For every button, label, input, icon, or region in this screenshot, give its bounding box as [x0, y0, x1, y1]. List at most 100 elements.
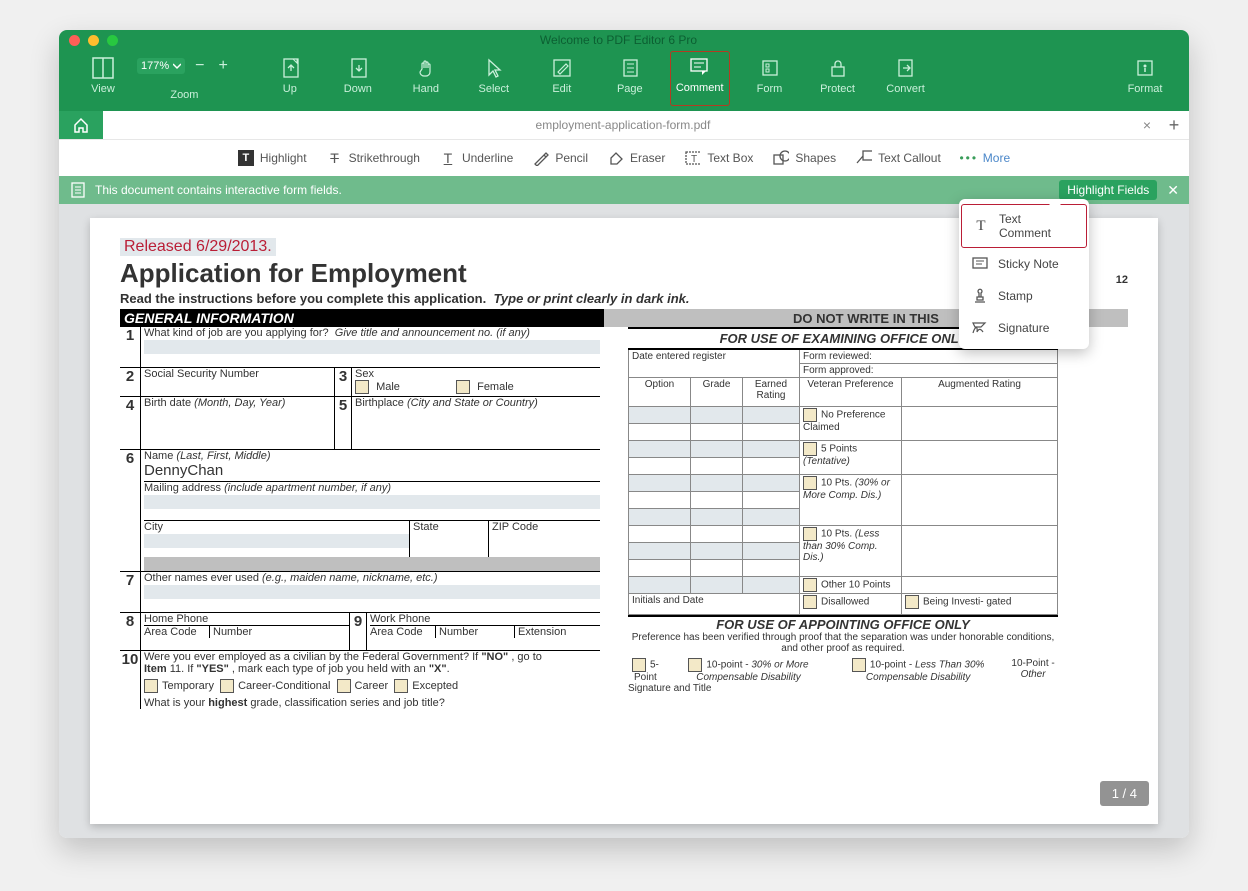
signature-menu-item[interactable]: Signature [961, 312, 1087, 344]
field-number: 7 [120, 572, 140, 612]
view-button[interactable]: View [75, 51, 131, 108]
main-toolbar: View 177% − + Zoom Up Down Hand [59, 50, 1189, 111]
callout-icon [856, 150, 872, 166]
office-checkbox[interactable] [803, 442, 817, 456]
office-checkbox[interactable] [803, 578, 817, 592]
chevron-down-icon [173, 62, 181, 70]
form-field-input[interactable] [144, 495, 600, 509]
office-checkbox[interactable] [803, 476, 817, 490]
field-number: 1 [120, 327, 140, 367]
zoom-in-button[interactable]: + [214, 57, 231, 75]
eraser-tool[interactable]: Eraser [608, 150, 665, 166]
add-tab-button[interactable]: + [1159, 111, 1189, 139]
zoom-control: 177% − + Zoom [137, 51, 232, 104]
field-number: 3 [335, 368, 351, 396]
lock-icon [827, 53, 849, 83]
pencil-tool[interactable]: Pencil [533, 150, 588, 166]
career-conditional-checkbox[interactable] [220, 679, 234, 693]
form-field-input[interactable] [144, 534, 409, 548]
name-field-value[interactable]: DennyChan [144, 462, 223, 479]
highlight-icon: T [238, 150, 254, 166]
document-tab[interactable]: employment-application-form.pdf × [103, 111, 1159, 139]
field-number: 2 [120, 368, 140, 396]
select-tool-button[interactable]: Select [466, 51, 522, 108]
window-maximize-button[interactable] [107, 35, 118, 46]
excepted-checkbox[interactable] [394, 679, 408, 693]
office-checkbox[interactable] [803, 408, 817, 422]
office-use-section: FOR USE OF EXAMINING OFFICE ONLY Date en… [628, 327, 1058, 709]
disallowed-checkbox[interactable] [803, 595, 817, 609]
callout-tool[interactable]: Text Callout [856, 150, 941, 166]
pt5-checkbox[interactable] [632, 658, 646, 672]
convert-button[interactable]: Convert [878, 51, 934, 108]
pt10b-checkbox[interactable] [852, 658, 866, 672]
title-bar: Welcome to PDF Editor 6 Pro [59, 30, 1189, 50]
up-button[interactable]: Up [262, 51, 318, 108]
window-close-button[interactable] [69, 35, 80, 46]
female-checkbox[interactable] [456, 380, 470, 394]
highlight-tool[interactable]: T Highlight [238, 150, 307, 166]
page-down-icon [347, 53, 369, 83]
convert-icon [895, 53, 917, 83]
window-title: Welcome to PDF Editor 6 Pro [118, 33, 1119, 47]
page-icon [619, 53, 641, 83]
investigated-checkbox[interactable] [905, 595, 919, 609]
form-button[interactable]: Form [742, 51, 798, 108]
window-minimize-button[interactable] [88, 35, 99, 46]
career-checkbox[interactable] [337, 679, 351, 693]
pref-verified-text: Preference has been verified through pro… [628, 632, 1058, 654]
sticky-note-menu-item[interactable]: Sticky Note [961, 248, 1087, 280]
sticky-note-icon [971, 255, 989, 273]
field-number: 6 [120, 450, 140, 571]
page-number-small: 12 [1116, 274, 1128, 286]
tab-close-button[interactable]: × [1143, 117, 1159, 133]
zoom-value-dropdown[interactable]: 177% [137, 58, 185, 74]
form-field-input[interactable] [144, 340, 600, 354]
hand-tool-button[interactable]: Hand [398, 51, 454, 108]
shapes-tool[interactable]: Shapes [773, 150, 836, 166]
general-info-header: GENERAL INFORMATION [120, 309, 604, 327]
comment-toolbar: T Highlight T Strikethrough T Underline … [59, 140, 1189, 176]
strikethrough-tool[interactable]: T Strikethrough [327, 150, 420, 166]
protect-button[interactable]: Protect [810, 51, 866, 108]
stamp-menu-item[interactable]: Stamp [961, 280, 1087, 312]
form-field-input[interactable] [144, 585, 600, 599]
field-number: 9 [350, 613, 366, 650]
edit-button[interactable]: Edit [534, 51, 590, 108]
notice-close-button[interactable]: ✕ [1167, 182, 1179, 199]
underline-tool[interactable]: T Underline [440, 150, 513, 166]
document-icon [69, 181, 87, 199]
male-checkbox[interactable] [355, 380, 369, 394]
text-comment-menu-item[interactable]: T Text Comment [961, 204, 1087, 248]
office-table: Date entered register Form reviewed: For… [628, 348, 1058, 615]
pencil-icon [533, 150, 549, 166]
textbox-tool[interactable]: T Text Box [685, 150, 753, 166]
pt10a-checkbox[interactable] [688, 658, 702, 672]
format-icon [1134, 53, 1156, 83]
temporary-checkbox[interactable] [144, 679, 158, 693]
form-body: 1 What kind of job are you applying for?… [120, 327, 1128, 709]
notice-message: This document contains interactive form … [95, 183, 342, 197]
signature-title-label: Signature and Title [628, 683, 1058, 694]
shapes-icon [773, 150, 789, 166]
zoom-out-button[interactable]: − [191, 57, 208, 75]
tab-bar: employment-application-form.pdf × + [59, 111, 1189, 140]
stamp-icon [971, 287, 989, 305]
highlight-fields-button[interactable]: Highlight Fields [1059, 180, 1157, 200]
eraser-icon [608, 150, 624, 166]
comment-button[interactable]: Comment [670, 51, 730, 106]
text-comment-icon: T [972, 217, 990, 235]
page-button[interactable]: Page [602, 51, 658, 108]
traffic-lights [69, 35, 118, 46]
more-icon: ••• [961, 150, 977, 166]
view-icon [92, 53, 114, 83]
appointing-office-header: FOR USE OF APPOINTING OFFICE ONLY [628, 615, 1058, 632]
home-button[interactable] [59, 111, 103, 139]
field-number: 10 [120, 651, 140, 709]
format-button[interactable]: Format [1117, 51, 1173, 108]
page-indicator: 1 / 4 [1100, 781, 1149, 806]
cursor-icon [483, 53, 505, 83]
office-checkbox[interactable] [803, 527, 817, 541]
more-tools-button[interactable]: ••• More [961, 150, 1010, 166]
down-button[interactable]: Down [330, 51, 386, 108]
